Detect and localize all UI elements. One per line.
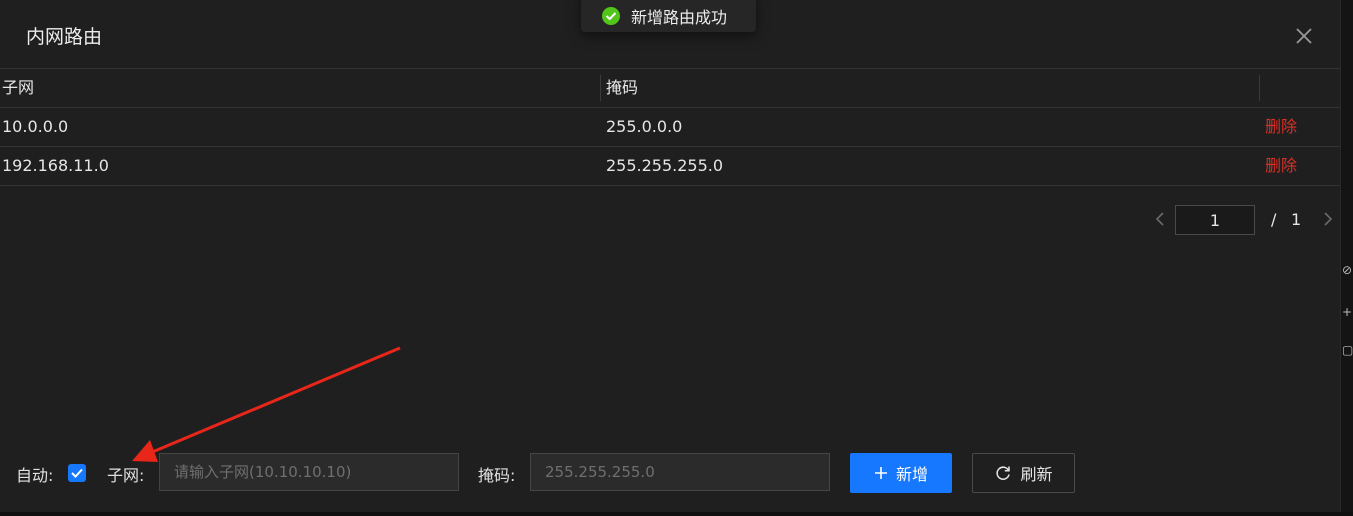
plus-icon <box>874 467 887 479</box>
subnet-input[interactable] <box>159 453 459 491</box>
auto-label: 自动: <box>16 466 54 485</box>
subnet-cell: 192.168.11.0 <box>2 156 109 175</box>
success-toast: 新增路由成功 <box>581 0 756 32</box>
chevron-right-icon <box>1324 212 1333 226</box>
add-route-form: 自动: 子网: 掩码: 新增 刷新 <box>0 450 1340 496</box>
route-modal: 内网路由 子网 掩码 10.0.0.0 255.0.0.0 删除 192.168… <box>0 0 1341 513</box>
zoom-icon[interactable]: ⊘ <box>1342 263 1352 277</box>
page-total: 1 <box>1291 210 1302 229</box>
subnet-cell: 10.0.0.0 <box>2 117 69 136</box>
column-divider <box>1259 75 1260 101</box>
table-row: 192.168.11.0 255.255.255.0 删除 <box>0 147 1340 186</box>
delete-link[interactable]: 删除 <box>1265 147 1297 185</box>
add-button-label: 新增 <box>895 465 928 484</box>
subnet-label: 子网: <box>107 466 145 485</box>
auto-checkbox[interactable] <box>68 464 86 482</box>
modal-title: 内网路由 <box>26 26 103 48</box>
background-strip <box>0 512 1353 516</box>
refresh-icon <box>996 466 1011 480</box>
square-icon[interactable]: ▢ <box>1342 343 1353 357</box>
close-icon <box>1296 28 1312 44</box>
add-button[interactable]: 新增 <box>850 453 952 493</box>
page-number-input[interactable] <box>1175 205 1255 235</box>
delete-link[interactable]: 删除 <box>1265 108 1297 146</box>
mask-label: 掩码: <box>478 466 516 485</box>
mask-cell: 255.0.0.0 <box>606 117 683 136</box>
route-table: 子网 掩码 10.0.0.0 255.0.0.0 删除 192.168.11.0… <box>0 69 1340 186</box>
toast-message: 新增路由成功 <box>631 8 728 27</box>
column-header-mask: 掩码 <box>606 78 639 97</box>
next-page-button[interactable] <box>1318 209 1338 229</box>
chevron-left-icon <box>1155 212 1164 226</box>
page-separator: / <box>1271 210 1277 229</box>
mask-input[interactable] <box>530 453 830 491</box>
close-button[interactable] <box>1292 24 1316 48</box>
column-header-subnet: 子网 <box>2 78 35 97</box>
refresh-button-label: 刷新 <box>1020 465 1053 484</box>
check-circle-icon <box>602 7 620 25</box>
refresh-button[interactable]: 刷新 <box>972 453 1075 493</box>
column-divider <box>600 75 601 101</box>
prev-page-button[interactable] <box>1150 209 1170 229</box>
mask-cell: 255.255.255.0 <box>606 156 724 175</box>
checkmark-icon <box>71 468 83 478</box>
table-header: 子网 掩码 <box>0 69 1340 108</box>
plus-icon[interactable]: + <box>1342 305 1352 319</box>
table-row: 10.0.0.0 255.0.0.0 删除 <box>0 108 1340 147</box>
